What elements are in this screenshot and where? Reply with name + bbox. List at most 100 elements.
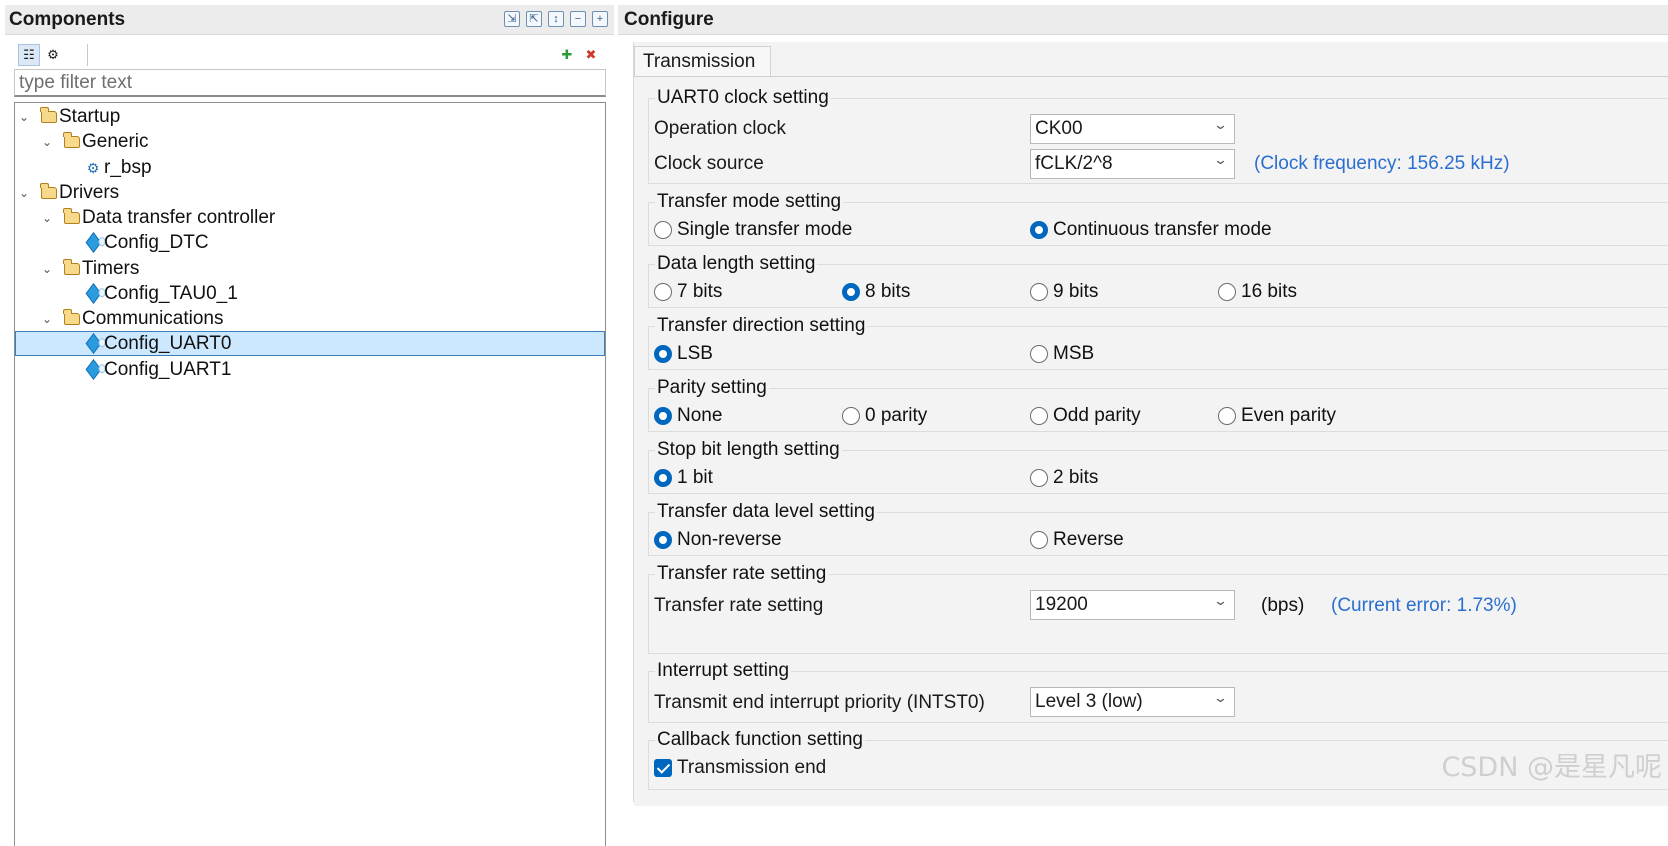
tree-item-drivers[interactable]: ⌄ Drivers xyxy=(15,180,605,205)
radio-dot xyxy=(1218,283,1236,301)
data-length-9-radio[interactable]: 9 bits xyxy=(1030,281,1098,303)
data-length-8-radio[interactable]: 8 bits xyxy=(842,281,910,303)
transmission-end-checkbox[interactable]: Transmission end xyxy=(654,757,826,779)
components-header-icons: ⇲ ⇱ ↕ − + xyxy=(504,11,608,27)
watermark: CSDN @是星凡呢 xyxy=(1441,752,1662,783)
tree-item-label: Timers xyxy=(82,257,140,279)
stop-bit-2-radio[interactable]: 2 bits xyxy=(1030,467,1098,489)
parity-group xyxy=(648,388,1668,432)
chevron-down-icon[interactable]: ⌄ xyxy=(17,110,31,124)
radio-dot xyxy=(1030,283,1048,301)
current-error-note: (Current error: 1.73%) xyxy=(1331,595,1517,616)
radio-dot xyxy=(1030,345,1048,363)
data-level-title: Transfer data level setting xyxy=(655,501,877,523)
non-reverse-radio[interactable]: Non-reverse xyxy=(654,529,782,551)
transfer-rate-select[interactable]: 19200 ⌄ xyxy=(1030,590,1235,620)
configure-panel: Configure Transmission UART0 clock setti… xyxy=(618,0,1668,846)
function-view-icon[interactable]: ⚙ xyxy=(42,44,64,66)
continuous-transfer-radio[interactable]: Continuous transfer mode xyxy=(1030,219,1272,241)
stop-bit-1-radio[interactable]: 1 bit xyxy=(654,467,713,489)
radio-label: 16 bits xyxy=(1241,281,1297,302)
chevron-down-icon[interactable]: ⌄ xyxy=(40,211,54,225)
folder-icon xyxy=(63,308,80,325)
tree-item-label: Generic xyxy=(82,130,149,152)
parity-even-radio[interactable]: Even parity xyxy=(1218,405,1336,427)
radio-label: Reverse xyxy=(1053,529,1124,550)
transfer-mode-title: Transfer mode setting xyxy=(655,191,844,213)
chevron-down-icon: ⌄ xyxy=(1212,152,1229,167)
radio-label: Even parity xyxy=(1241,405,1337,426)
tree-item-label: Data transfer controller xyxy=(82,206,276,228)
tree-item-timers[interactable]: ⌄ Timers xyxy=(15,256,605,281)
tree-item-label: Config_TAU0_1 xyxy=(104,282,238,304)
radio-label: 7 bits xyxy=(677,281,723,302)
direction-title: Transfer direction setting xyxy=(655,315,868,337)
tree-view-icon[interactable]: ☷ xyxy=(18,44,40,66)
stop-bit-title: Stop bit length setting xyxy=(655,439,842,461)
tree-item-communications[interactable]: ⌄ Communications xyxy=(15,306,605,331)
parity-none-radio[interactable]: None xyxy=(654,405,722,427)
transfer-rate-value: 19200 xyxy=(1035,594,1088,615)
parity-zero-radio[interactable]: 0 parity xyxy=(842,405,927,427)
chevron-down-icon[interactable]: ⌄ xyxy=(17,186,31,200)
expand-all-icon[interactable]: + xyxy=(592,11,608,27)
radio-dot xyxy=(654,283,672,301)
tree-item-config-uart0[interactable]: Config_UART0 xyxy=(15,331,605,356)
interrupt-priority-select[interactable]: Level 3 (low) ⌄ xyxy=(1030,687,1235,717)
data-length-16-radio[interactable]: 16 bits xyxy=(1218,281,1297,303)
radio-label: 0 parity xyxy=(865,405,928,426)
radio-label: Continuous transfer mode xyxy=(1053,219,1272,240)
radio-dot xyxy=(654,221,672,239)
parity-odd-radio[interactable]: Odd parity xyxy=(1030,405,1141,427)
radio-label: 1 bit xyxy=(677,467,713,488)
component-icon xyxy=(85,333,102,354)
tree-item-label: Startup xyxy=(59,105,121,127)
chevron-down-icon[interactable]: ⌄ xyxy=(40,312,54,326)
tree-item-data-transfer-controller[interactable]: ⌄ Data transfer controller xyxy=(15,205,605,230)
operation-clock-value: CK00 xyxy=(1035,118,1083,139)
operation-clock-select[interactable]: CK00 ⌄ xyxy=(1030,114,1235,144)
radio-dot xyxy=(654,407,672,425)
bsp-component-icon: ⚙ xyxy=(86,159,100,176)
filter-input[interactable] xyxy=(14,69,606,97)
folder-icon xyxy=(63,207,80,224)
export-icon[interactable]: ⇱ xyxy=(526,11,542,27)
radio-dot xyxy=(1030,407,1048,425)
msb-radio[interactable]: MSB xyxy=(1030,343,1094,365)
radio-label: Non-reverse xyxy=(677,529,782,550)
data-length-7-radio[interactable]: 7 bits xyxy=(654,281,722,303)
components-title: Components xyxy=(9,8,126,30)
radio-label: 9 bits xyxy=(1053,281,1099,302)
tree-item-config-uart1[interactable]: Config_UART1 xyxy=(15,357,605,382)
tree-item-label: Drivers xyxy=(59,181,120,203)
sort-icon[interactable]: ↕ xyxy=(548,11,564,27)
callback-title: Callback function setting xyxy=(655,729,865,751)
tab-transmission[interactable]: Transmission xyxy=(634,46,771,76)
radio-dot xyxy=(654,531,672,549)
add-component-icon[interactable]: ✚ xyxy=(556,44,578,66)
components-panel: Components ⇲ ⇱ ↕ − + ☷ ⚙ ✚ ✖ ⌄ Startup ⌄… xyxy=(0,0,614,846)
tree-item-r-bsp[interactable]: ⚙ r_bsp xyxy=(15,155,605,180)
clock-source-select[interactable]: fCLK/2^8 ⌄ xyxy=(1030,149,1235,179)
tree-item-config-tau0-1[interactable]: Config_TAU0_1 xyxy=(15,281,605,306)
clock-setting-title: UART0 clock setting xyxy=(655,87,831,109)
component-tree: ⌄ Startup ⌄ Generic ⚙ r_bsp ⌄ Drivers ⌄ … xyxy=(14,102,606,846)
component-icon xyxy=(85,283,102,304)
chevron-down-icon[interactable]: ⌄ xyxy=(40,262,54,276)
chevron-down-icon[interactable]: ⌄ xyxy=(40,135,54,149)
single-transfer-radio[interactable]: Single transfer mode xyxy=(654,219,852,241)
radio-dot xyxy=(1030,469,1048,487)
tree-item-config-dtc[interactable]: Config_DTC xyxy=(15,230,605,255)
tree-item-startup[interactable]: ⌄ Startup xyxy=(15,104,605,129)
lsb-radio[interactable]: LSB xyxy=(654,343,713,365)
reverse-radio[interactable]: Reverse xyxy=(1030,529,1124,551)
import-icon[interactable]: ⇲ xyxy=(504,11,520,27)
tree-item-generic[interactable]: ⌄ Generic xyxy=(15,129,605,154)
chevron-down-icon: ⌄ xyxy=(1212,593,1229,608)
configure-title: Configure xyxy=(624,8,714,30)
tree-item-label: Config_UART1 xyxy=(104,358,232,380)
remove-component-icon[interactable]: ✖ xyxy=(580,44,602,66)
interrupt-title: Interrupt setting xyxy=(655,660,792,682)
collapse-all-icon[interactable]: − xyxy=(570,11,586,27)
folder-icon xyxy=(40,106,57,123)
